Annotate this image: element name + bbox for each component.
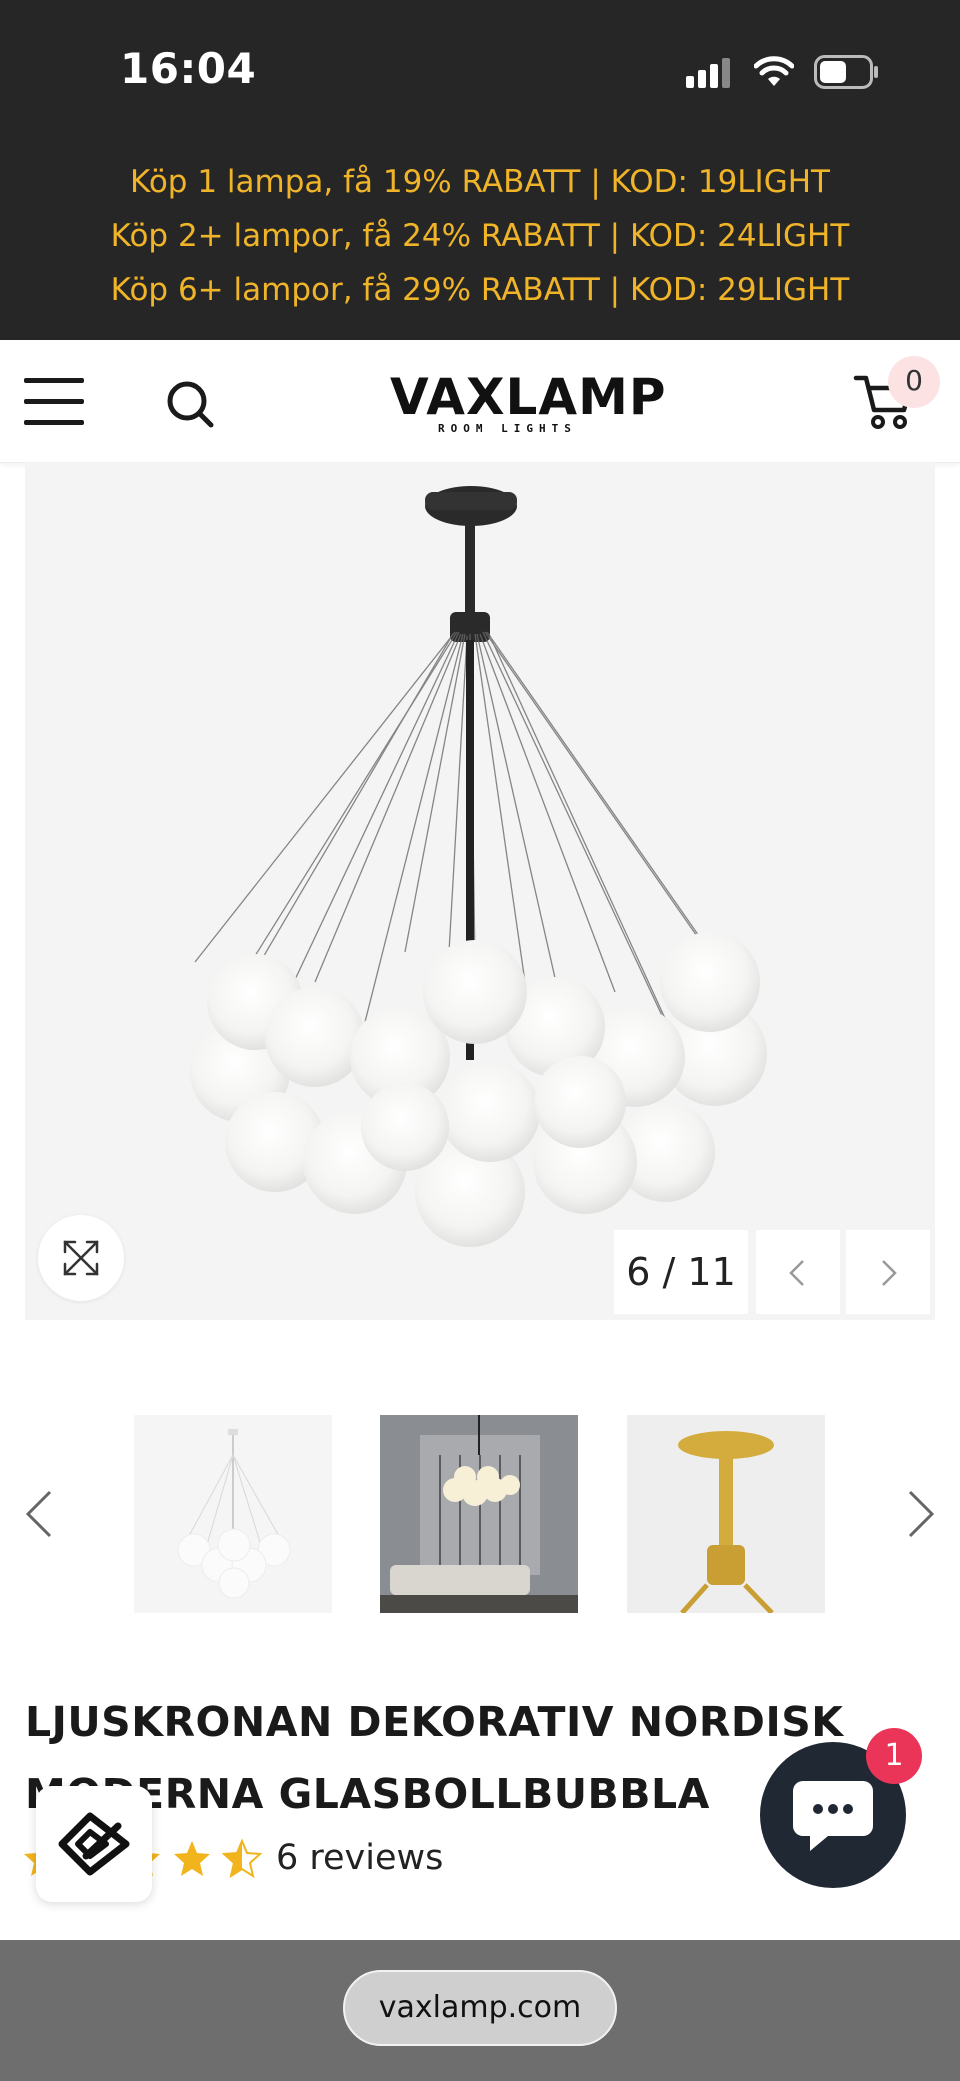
promo-line-2: Köp 2+ lampor, få 24% RABATT | KOD: 24LI… [110,218,850,254]
promo-line-3: Köp 6+ lampor, få 29% RABATT | KOD: 29LI… [110,272,850,308]
chat-bubble-icon [793,1781,873,1851]
promo-line-1: Köp 1 lampa, få 19% RABATT | KOD: 19LIGH… [130,164,830,200]
chevron-left-icon [789,1260,804,1286]
chandelier-image [190,486,767,1247]
expand-icon [63,1240,99,1276]
status-time: 16:04 [120,44,257,93]
thumbnail-1[interactable] [134,1415,332,1613]
url-bar[interactable]: vaxlamp.com [343,1970,617,2046]
hamburger-menu-icon[interactable] [0,340,110,462]
battery-icon [814,55,878,89]
product-image[interactable] [25,462,935,1320]
logo-text: VAXLAMP [390,368,667,426]
status-icons [686,52,880,92]
trust-badge[interactable] [36,1786,152,1902]
wifi-icon [754,56,794,86]
product-title-line-1: LJUSKRONAN DEKORATIV NORDISK [25,1698,844,1746]
thumbnail-2[interactable] [380,1415,578,1613]
chevron-right-icon [882,1260,897,1286]
site-header: VAXLAMP ROOM LIGHTS [0,340,960,463]
logo-subtitle: ROOM LIGHTS [438,422,577,435]
chat-unread-badge: 1 [866,1728,922,1784]
star-icon [174,1841,210,1876]
search-icon[interactable] [166,380,216,430]
cart-count-badge: 0 [888,356,940,408]
thumbs-next-icon[interactable] [904,1488,938,1540]
thumbs-prev-icon[interactable] [22,1488,56,1540]
shield-icon [58,1812,130,1876]
image-next-button[interactable] [846,1230,930,1314]
reviews-link[interactable]: 6 reviews [276,1838,443,1878]
star-half-icon [223,1840,261,1877]
signal-icon [686,58,730,88]
thumbnail-3[interactable] [627,1415,825,1613]
image-counter: 6 / 11 [614,1230,748,1314]
image-prev-button[interactable] [756,1230,840,1314]
expand-image-button[interactable] [38,1215,124,1301]
